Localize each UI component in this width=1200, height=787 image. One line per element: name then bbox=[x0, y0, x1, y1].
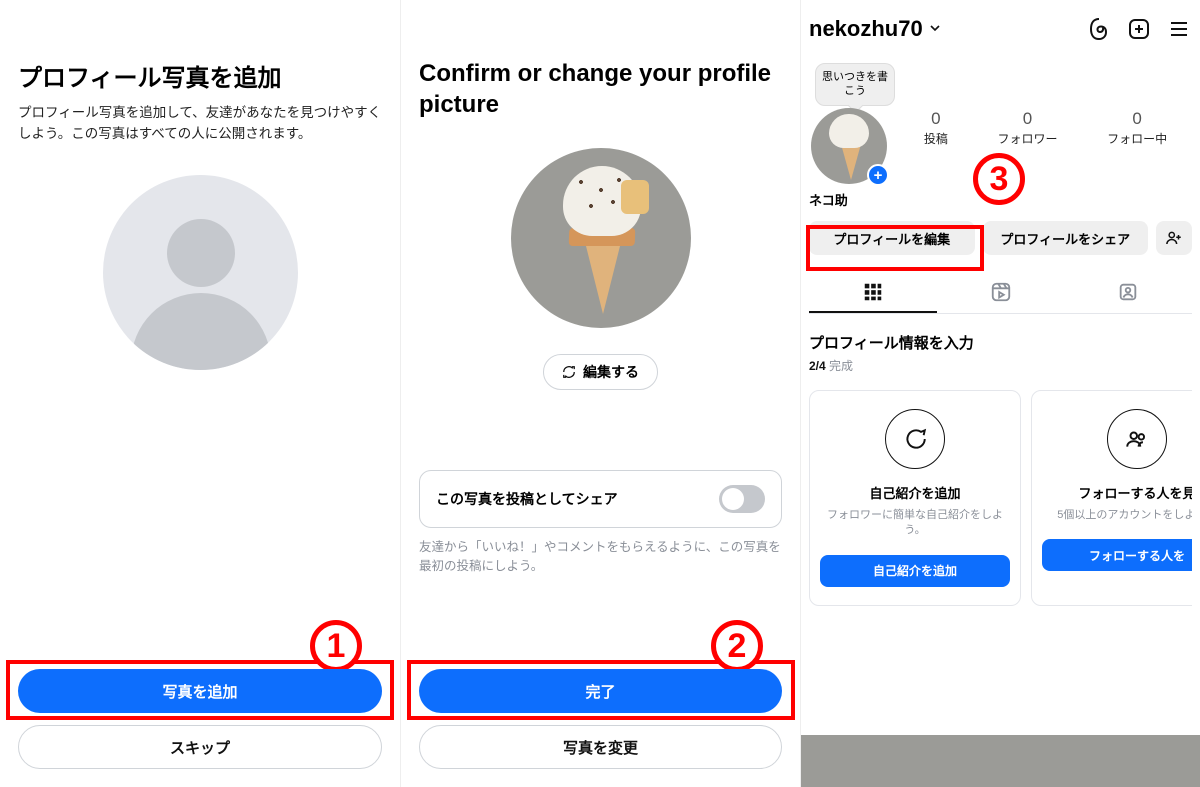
add-person-icon bbox=[1165, 229, 1183, 247]
edit-photo-button[interactable]: 編集する bbox=[543, 354, 658, 390]
skip-button[interactable]: スキップ bbox=[18, 725, 382, 769]
card-add-bio: 自己紹介を追加 フォロワーに簡単な自己紹介をしよう。 自己紹介を追加 bbox=[809, 390, 1021, 606]
reload-icon bbox=[562, 365, 576, 379]
reels-icon bbox=[990, 281, 1012, 303]
stat-posts[interactable]: 0 投稿 bbox=[924, 109, 948, 147]
card-find-people-desc: 5個以上のアカウントをしよう。 bbox=[1042, 508, 1192, 523]
stat-followers[interactable]: 0 フォロワー bbox=[997, 109, 1057, 147]
discover-people-button[interactable] bbox=[1156, 221, 1192, 255]
tab-grid[interactable] bbox=[809, 273, 937, 313]
pane-add-photo: プロフィール写真を追加 プロフィール写真を追加して、友達があなたを見つけやすくし… bbox=[0, 0, 400, 787]
avatar-placeholder bbox=[103, 175, 298, 370]
tagged-icon bbox=[1117, 281, 1139, 303]
username: nekozhu70 bbox=[809, 16, 923, 42]
complete-profile-progress: 2/4 完成 bbox=[809, 357, 1192, 374]
change-photo-button[interactable]: 写真を変更 bbox=[419, 725, 782, 769]
nav-avatar bbox=[1141, 748, 1167, 774]
people-icon bbox=[1124, 426, 1150, 452]
profile-header: nekozhu70 bbox=[809, 16, 1192, 42]
username-switcher[interactable]: nekozhu70 bbox=[809, 16, 943, 42]
bottom-nav bbox=[801, 735, 1200, 787]
share-as-post-row: この写真を投稿としてシェア bbox=[419, 470, 782, 528]
share-as-post-label: この写真を投稿としてシェア bbox=[436, 489, 618, 509]
card-find-people-button[interactable]: フォローする人を bbox=[1042, 539, 1192, 571]
threads-icon[interactable] bbox=[1086, 16, 1112, 42]
annotation-callout-3: 3 bbox=[973, 153, 1025, 205]
card-find-people: フォローする人を見 5個以上のアカウントをしよう。 フォローする人を bbox=[1031, 390, 1192, 606]
tab-tagged[interactable] bbox=[1064, 273, 1192, 313]
chat-icon bbox=[902, 426, 928, 452]
annotation-callout-1: 1 bbox=[310, 620, 362, 672]
card-find-people-title: フォローする人を見 bbox=[1042, 483, 1192, 502]
confirm-photo-title: Confirm or change your profile picture bbox=[419, 58, 782, 120]
card-add-bio-title: 自己紹介を追加 bbox=[820, 483, 1010, 502]
add-story-icon[interactable]: + bbox=[867, 164, 889, 186]
complete-profile-cards[interactable]: 自己紹介を追加 フォロワーに簡単な自己紹介をしよう。 自己紹介を追加 フォローす… bbox=[809, 390, 1192, 606]
nav-profile[interactable] bbox=[1140, 747, 1168, 775]
share-as-post-help: 友達から「いいね！」やコメントをもらえるように、この写真を最初の投稿にしよう。 bbox=[419, 538, 782, 576]
pane-profile: nekozhu70 思いつきを書こう bbox=[800, 0, 1200, 787]
menu-icon[interactable] bbox=[1166, 16, 1192, 42]
done-button[interactable]: 完了 bbox=[419, 669, 782, 713]
share-profile-button[interactable]: プロフィールをシェア bbox=[983, 221, 1149, 255]
profile-tabs bbox=[809, 273, 1192, 314]
chevron-down-icon bbox=[927, 16, 943, 42]
edit-photo-label: 編集する bbox=[583, 362, 639, 382]
add-photo-description: プロフィール写真を追加して、友達があなたを見つけやすくしよう。この写真はすべての… bbox=[18, 103, 382, 145]
grid-icon bbox=[862, 281, 884, 303]
tab-reels[interactable] bbox=[937, 273, 1065, 313]
pane-confirm-photo: Confirm or change your profile picture 編… bbox=[400, 0, 800, 787]
card-add-bio-button[interactable]: 自己紹介を追加 bbox=[820, 555, 1010, 587]
annotation-box-3 bbox=[806, 225, 984, 271]
stat-following[interactable]: 0 フォロー中 bbox=[1107, 109, 1167, 147]
card-add-bio-desc: フォロワーに簡単な自己紹介をしよう。 bbox=[820, 508, 1010, 539]
annotation-callout-2: 2 bbox=[711, 620, 763, 672]
profile-photo-preview bbox=[511, 148, 691, 328]
create-icon[interactable] bbox=[1126, 16, 1152, 42]
add-photo-title: プロフィール写真を追加 bbox=[18, 58, 382, 93]
complete-profile-title: プロフィール情報を入力 bbox=[809, 332, 1192, 353]
share-as-post-toggle[interactable] bbox=[719, 485, 765, 513]
add-photo-button[interactable]: 写真を追加 bbox=[18, 669, 382, 713]
